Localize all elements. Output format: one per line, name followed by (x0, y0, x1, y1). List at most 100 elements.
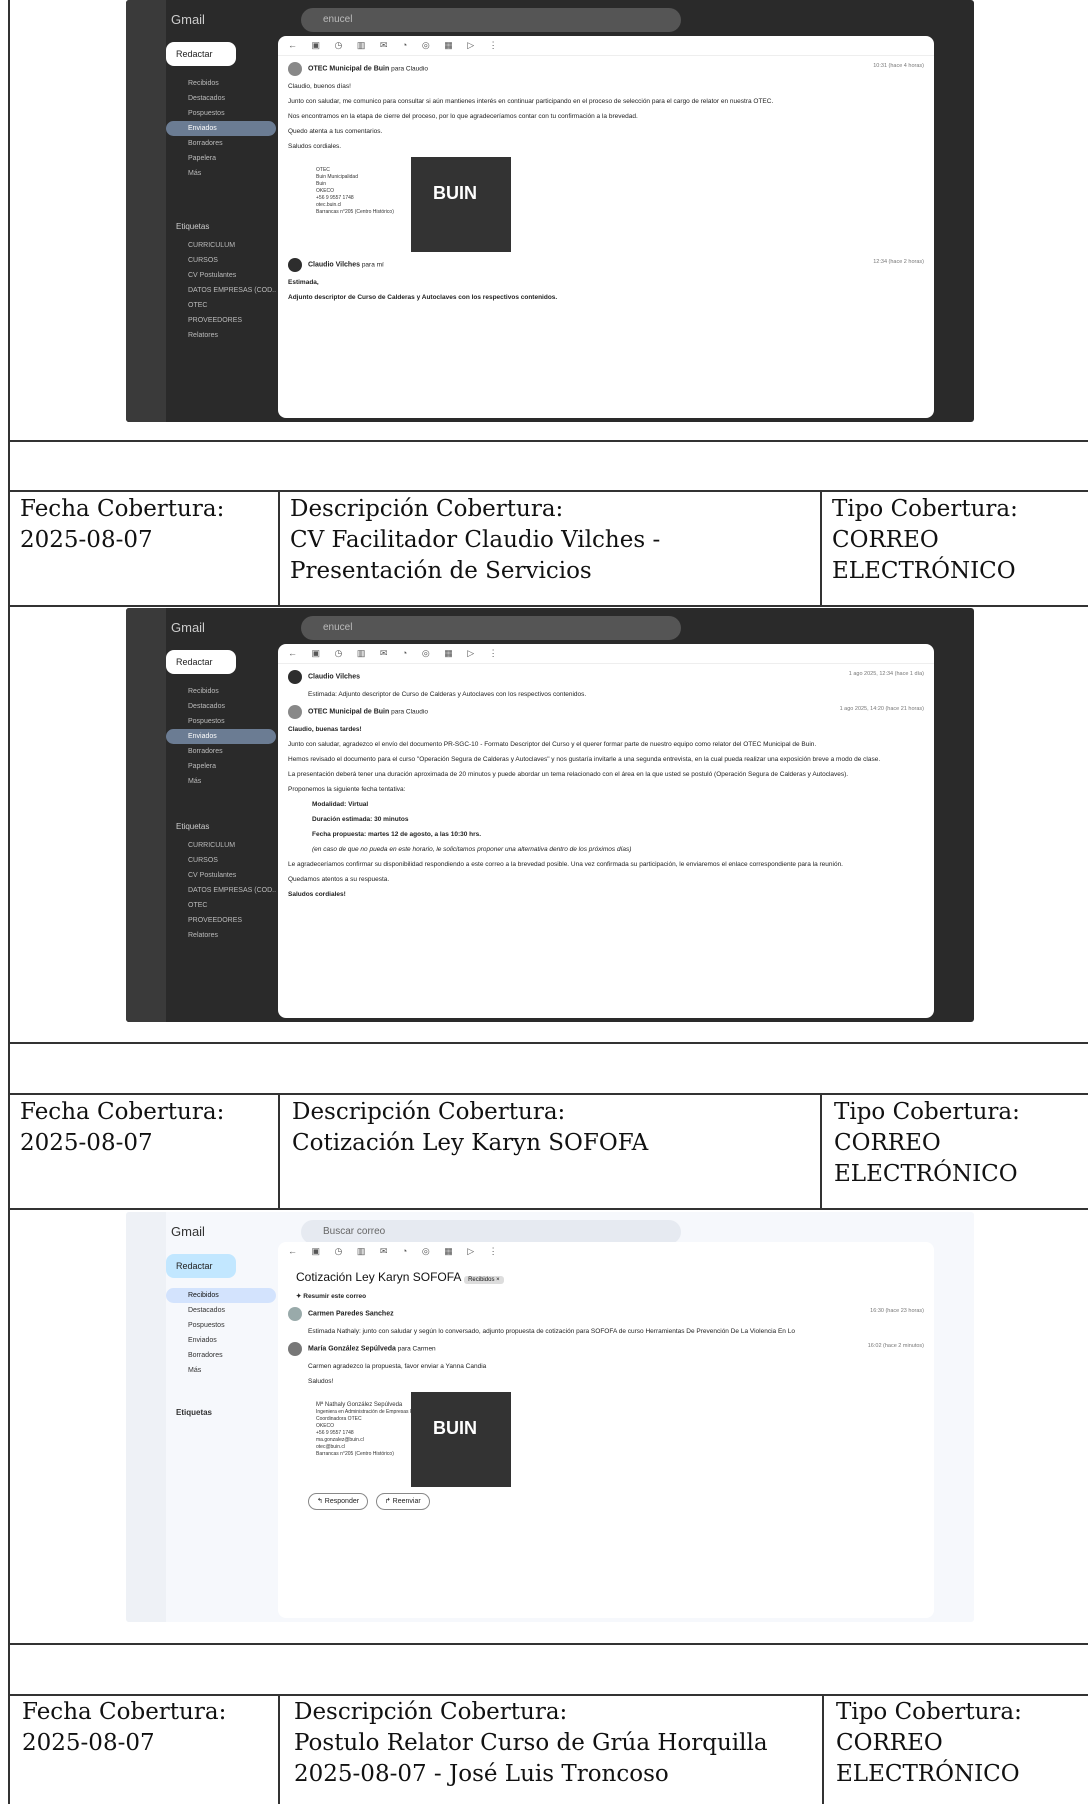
label-item[interactable]: CURRICULUM (166, 838, 276, 853)
table-rule (8, 1042, 1088, 1044)
label-item[interactable]: CV Postulantes (166, 868, 276, 883)
search-input[interactable]: Buscar correo (301, 1220, 681, 1244)
descripcion-label: Descripción Cobertura: (290, 496, 564, 522)
descripcion-label: Descripción Cobertura: (292, 1099, 566, 1125)
label-item[interactable]: CURSOS (166, 253, 276, 268)
labels-header: Etiquetas (176, 222, 210, 231)
labels-header: Etiquetas (176, 1408, 213, 1417)
descripcion-label: Descripción Cobertura: (294, 1699, 568, 1725)
email-signature: OTEC Buin Municipalidad Buin OKECO +56 9… (316, 157, 516, 252)
sidebar-item[interactable]: Enviados (166, 1333, 276, 1348)
message-time: 12:34 (hace 2 horas) (873, 259, 924, 265)
table-rule (8, 605, 1088, 607)
message-greeting: Estimada, (288, 279, 319, 286)
message-paragraph: Quedo atenta a tus comentarios. (288, 128, 383, 135)
table-rule (8, 1093, 1088, 1095)
gmail-logo: Gmail (171, 1224, 205, 1239)
sidebar-item-inbox[interactable]: Recibidos (166, 1288, 276, 1303)
descripcion-value: Cotización Ley Karyn SOFOFA (292, 1130, 649, 1156)
sidebar-item[interactable]: Pospuestos (166, 106, 276, 121)
sidebar-item-sent[interactable]: Enviados (166, 121, 276, 136)
message-bullet: (en caso de que no pueda en este horario… (312, 846, 632, 853)
sidebar-item[interactable]: Más (166, 166, 276, 181)
label-item[interactable]: OTEC (166, 298, 276, 313)
sidebar-item[interactable]: Pospuestos (166, 1318, 276, 1333)
sidebar-item-sent[interactable]: Enviados (166, 729, 276, 744)
sidebar-item[interactable]: Más (166, 774, 276, 789)
table-rule (820, 490, 822, 605)
message-toolbar[interactable]: ← ▣ ◷ ▥ ✉ ◔ ◎ ▦ ▷ ⋮ (278, 36, 934, 56)
message-pane: ← ▣ ◷ ▥ ✉ ◔ ◎ ▦ ▷ ⋮ OTEC Municipal de Bu… (278, 36, 934, 418)
table-rule (8, 0, 10, 1804)
sidebar-item[interactable]: Borradores (166, 136, 276, 151)
sidebar-item[interactable]: Más (166, 1363, 276, 1378)
fecha-label: Fecha Cobertura: (20, 496, 225, 522)
tipo-label: Tipo Cobertura: (836, 1699, 1022, 1725)
message-toolbar[interactable]: ← ▣ ◷ ▥ ✉ ◔ ◎ ▦ ▷ ⋮ (278, 1242, 934, 1262)
email-subject: Cotización Ley Karyn SOFOFA (296, 1270, 461, 1284)
message-snippet: Estimada: Adjunto descriptor de Curso de… (308, 691, 587, 698)
label-item[interactable]: CURRICULUM (166, 238, 276, 253)
gmail-logo: Gmail (171, 12, 205, 27)
message-paragraph: Carmen agradezco la propuesta, favor env… (308, 1363, 487, 1370)
sender-name: María González Sepúlveda (308, 1345, 396, 1353)
fecha-value: 2025-08-07 (22, 1730, 155, 1756)
tipo-value: CORREO ELECTRÓNICO (832, 527, 1016, 584)
sender-name: Carmen Paredes Sanchez (308, 1310, 394, 1318)
table-rule (8, 440, 1088, 442)
fecha-value: 2025-08-07 (20, 1130, 153, 1156)
sender-name: Claudio Vilches (308, 673, 360, 681)
reply-button[interactable]: ↰ Responder (308, 1493, 369, 1510)
table-rule (8, 490, 1088, 492)
compose-button[interactable]: Redactar (166, 650, 236, 674)
label-item[interactable]: CURSOS (166, 853, 276, 868)
label-item[interactable]: PROVEEDORES (166, 313, 276, 328)
label-item[interactable]: DATOS EMPRESAS (COD... (166, 883, 276, 898)
message-bullet: Fecha propuesta: martes 12 de agosto, a … (312, 831, 482, 838)
sidebar-item[interactable]: Destacados (166, 91, 276, 106)
sidebar-item[interactable]: Borradores (166, 1348, 276, 1363)
table-rule (278, 1093, 280, 1208)
signature-text: Mª Nathaly González Sepúlveda Ingeniera … (316, 1402, 425, 1457)
label-item[interactable]: OTEC (166, 898, 276, 913)
message-time: 10:31 (hace 4 horas) (873, 63, 924, 69)
fecha-cell: Fecha Cobertura: 2025-08-07 (20, 1097, 224, 1159)
message-paragraph: Junto con saludar, agradezco el envío de… (288, 741, 817, 748)
sidebar-item[interactable]: Papelera (166, 759, 276, 774)
sidebar-nav: Recibidos Destacados Pospuestos Enviados… (166, 1288, 276, 1378)
compose-button[interactable]: Redactar (166, 1254, 236, 1278)
message-paragraph: Saludos cordiales. (288, 143, 342, 150)
message-paragraph: La presentación deberá tener una duració… (288, 771, 849, 778)
sidebar-item[interactable]: Destacados (166, 699, 276, 714)
search-input[interactable]: enucel (301, 8, 681, 32)
sidebar-item[interactable]: Recibidos (166, 76, 276, 91)
sidebar-item[interactable]: Pospuestos (166, 714, 276, 729)
buin-logo: BUIN (411, 157, 511, 252)
recipient: para Claudio (391, 65, 428, 73)
sender-name: Claudio Vilches (308, 261, 360, 269)
fecha-cell: Fecha Cobertura: 2025-08-07 (22, 1697, 226, 1759)
gmail-app-rail (126, 608, 166, 1022)
sidebar-item[interactable]: Destacados (166, 1303, 276, 1318)
sidebar-item[interactable]: Borradores (166, 744, 276, 759)
label-chip[interactable]: Recibidos × (464, 1276, 504, 1284)
avatar (288, 670, 302, 684)
sidebar-item[interactable]: Recibidos (166, 684, 276, 699)
gmail-screenshot-2: Gmail enucel Redactar Recibidos Destacad… (126, 608, 974, 1022)
message-toolbar[interactable]: ← ▣ ◷ ▥ ✉ ◔ ◎ ▦ ▷ ⋮ (278, 644, 934, 664)
search-input[interactable]: enucel (301, 616, 681, 640)
label-item[interactable]: CV Postulantes (166, 268, 276, 283)
sidebar-item[interactable]: Papelera (166, 151, 276, 166)
message-time: 1 ago 2025, 12:34 (hace 1 día) (848, 671, 924, 677)
label-item[interactable]: PROVEEDORES (166, 913, 276, 928)
descripcion-cell: Descripción Cobertura: Cotización Ley Ka… (292, 1097, 817, 1159)
summarize-button[interactable]: ✦ Resumir este correo (288, 1292, 924, 1301)
compose-button[interactable]: Redactar (166, 42, 236, 66)
label-item[interactable]: DATOS EMPRESAS (COD... (166, 283, 276, 298)
message-bullet: Modalidad: Virtual (312, 801, 369, 808)
label-item[interactable]: Relatores (166, 328, 276, 343)
avatar (288, 1307, 302, 1321)
forward-button[interactable]: ↱ Reenviar (375, 1493, 430, 1510)
label-item[interactable]: Relatores (166, 928, 276, 943)
message-pane: ← ▣ ◷ ▥ ✉ ◔ ◎ ▦ ▷ ⋮ Cotización Ley Karyn… (278, 1242, 934, 1618)
